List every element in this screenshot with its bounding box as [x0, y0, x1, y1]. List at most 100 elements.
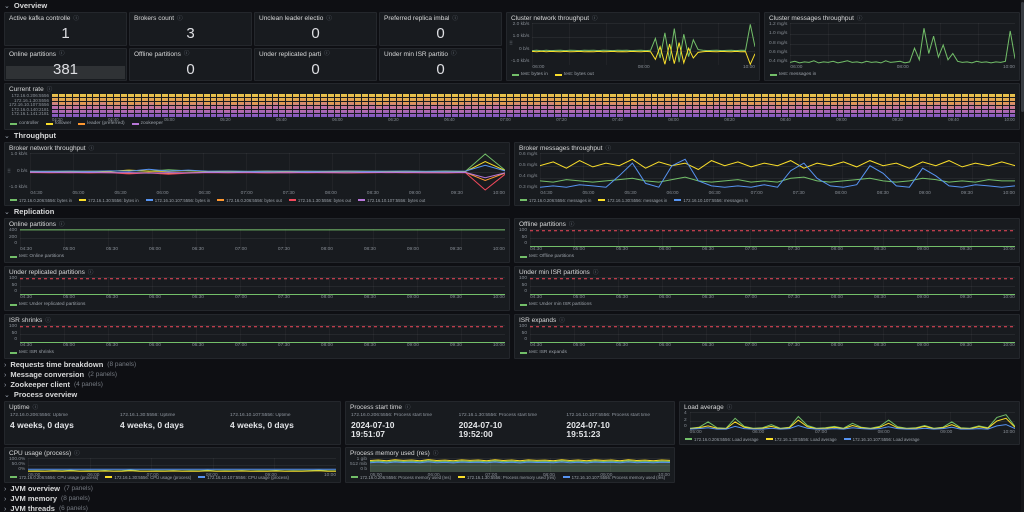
info-icon[interactable]: ⓘ: [727, 405, 733, 411]
isr-expands-chart[interactable]: [530, 325, 1016, 344]
broker-messages-chart[interactable]: [540, 153, 1016, 192]
online-partitions-chart[interactable]: [20, 229, 506, 248]
info-icon[interactable]: ⓘ: [88, 270, 94, 276]
legend-item[interactable]: 172.16.0.206:5556: messages in: [520, 198, 591, 203]
legend-item[interactable]: 172.16.10.107:5556: bytes in: [145, 198, 210, 203]
row-throughput[interactable]: ⌄ Throughput: [4, 132, 1020, 140]
legend-item[interactable]: 172.16.0.206:5556: Process memory used (…: [351, 475, 451, 480]
row-jvm-threads[interactable]: › JVM threads (6 panels): [4, 505, 1020, 512]
legend-item[interactable]: test: messages in: [770, 72, 816, 78]
legend-color-swatch: [145, 199, 153, 202]
row-process-overview[interactable]: ⌄ Process overview: [4, 391, 1020, 399]
chart-legend: test: Under replicated partitions: [5, 301, 509, 310]
stat-item: 172.16.10.107:5556: Process start time 20…: [566, 413, 651, 440]
panel-broker-messages-throughput: Broker messages throughput ⓘ 0.6 mg/s 0.5 …: [514, 142, 1020, 206]
panel-isr-expands: ISR expands ⓘ 100 50 0 04:30 05:00 05:30 06:00…: [514, 314, 1020, 359]
row-overview[interactable]: ⌄ Overview: [4, 2, 1020, 10]
legend-item[interactable]: test: Online partitions: [10, 254, 64, 260]
cpu-usage-chart[interactable]: [28, 458, 337, 473]
legend-item[interactable]: test: bytes out: [554, 72, 594, 78]
legend-item[interactable]: 172.16.0.206:5556: CPU usage (process): [10, 475, 98, 480]
info-icon[interactable]: ⓘ: [405, 405, 411, 411]
info-icon[interactable]: ⓘ: [59, 222, 65, 228]
info-icon[interactable]: ⓘ: [177, 16, 183, 22]
load-average-chart[interactable]: [689, 412, 1015, 431]
info-icon[interactable]: ⓘ: [45, 318, 51, 324]
legend-item[interactable]: 172.16.0.206:5556: Load average: [685, 437, 759, 442]
row-message-conversion[interactable]: › Message conversion (2 panels): [4, 371, 1020, 379]
legend-item[interactable]: 172.16.1.30:5556: Process memory used (r…: [458, 475, 556, 480]
legend-item[interactable]: 172.16.1.30:5556: CPU usage (process): [105, 475, 191, 480]
legend-item[interactable]: controller: [10, 121, 39, 127]
info-icon[interactable]: ⓘ: [592, 16, 598, 22]
y-axis: 100 50 0: [9, 276, 18, 295]
row-jvm-overview[interactable]: › JVM overview (7 panels): [4, 485, 1020, 493]
legend-item[interactable]: test: ISR expands: [520, 350, 567, 356]
legend-item[interactable]: 172.16.0.206:5556: bytes out: [217, 198, 282, 203]
legend-item[interactable]: zookeeper: [131, 121, 163, 127]
cluster-network-chart[interactable]: [532, 23, 756, 66]
info-icon[interactable]: ⓘ: [559, 318, 565, 324]
legend-item[interactable]: 172.16.1.30:5556: Load average: [765, 437, 837, 442]
info-icon[interactable]: ⓘ: [73, 16, 79, 22]
info-icon[interactable]: ⓘ: [433, 451, 439, 457]
legend-item[interactable]: test: ISR shrinks: [10, 350, 54, 356]
legend-item[interactable]: test: Under min ISR partitions: [520, 302, 592, 308]
row-replication[interactable]: ⌄ Replication: [4, 208, 1020, 216]
legend-item[interactable]: 172.16.0.206:5556: bytes in: [10, 198, 72, 203]
info-icon[interactable]: ⓘ: [605, 146, 611, 152]
row-jvm-memory[interactable]: › JVM memory (8 panels): [4, 495, 1020, 503]
legend-item[interactable]: 172.16.10.107:5556: messages in: [674, 198, 748, 203]
tick-label: 4: [684, 411, 687, 417]
broker-network-chart[interactable]: [30, 153, 506, 192]
legend-item[interactable]: 172.16.10.107:5556: Process memory used …: [562, 475, 665, 480]
legend-item[interactable]: 172.16.10.107:5556: bytes out: [358, 198, 425, 203]
tick-label: -1.0 kb/s: [9, 185, 28, 191]
info-icon[interactable]: ⓘ: [324, 51, 330, 57]
legend-item[interactable]: 172.16.10.107:5556: CPU usage (process): [198, 475, 289, 480]
info-icon[interactable]: ⓘ: [857, 16, 863, 22]
row-requests-time-breakdown[interactable]: › Requests time breakdown (8 panels): [4, 361, 1020, 369]
legend-item[interactable]: 172.16.1.30:5556: bytes in: [79, 198, 139, 203]
process-memory-chart[interactable]: [370, 458, 671, 473]
tick-label: 0: [524, 240, 528, 246]
info-icon[interactable]: ⓘ: [74, 451, 80, 457]
under-min-isr-partitions-chart[interactable]: [530, 277, 1016, 296]
cluster-messages-chart[interactable]: [790, 23, 1016, 66]
legend-item[interactable]: test: bytes in: [512, 72, 548, 78]
tick-label: 0: [14, 288, 18, 294]
legend-item[interactable]: 172.16.10.107:5556: Load average: [843, 437, 920, 442]
chart-legend: 172.16.0.206:5556: Process memory used (…: [346, 474, 674, 482]
legend-color-swatch: [288, 199, 296, 202]
info-icon[interactable]: ⓘ: [593, 270, 599, 276]
panel-isr-shrinks: ISR shrinks ⓘ 100 50 0 04:30 05:00 05:30 06:00…: [4, 314, 510, 359]
row-zookeeper-client[interactable]: › Zookeeper client (4 panels): [4, 381, 1020, 389]
grip-icon[interactable]: ⠿: [509, 41, 513, 47]
offline-partitions-chart[interactable]: [530, 229, 1016, 248]
legend-color-swatch: [217, 199, 225, 202]
legend-item[interactable]: test: Offline partitions: [520, 254, 574, 260]
grip-icon[interactable]: ⠿: [7, 169, 11, 175]
legend-color-swatch: [351, 476, 358, 479]
info-icon[interactable]: ⓘ: [326, 16, 332, 22]
info-icon[interactable]: ⓘ: [33, 405, 39, 411]
legend-color-swatch: [685, 438, 692, 441]
legend-item[interactable]: follower: [45, 121, 71, 127]
tick-label: 100: [519, 324, 528, 330]
info-icon[interactable]: ⓘ: [184, 51, 190, 57]
stat-item: 172.16.1.30:5556: Uptime 4 weeks, 0 days: [120, 413, 184, 430]
info-icon[interactable]: ⓘ: [59, 51, 65, 57]
legend-item[interactable]: leader (preferred): [78, 121, 125, 127]
current-rate-heatmap[interactable]: [52, 94, 1015, 117]
info-icon[interactable]: ⓘ: [569, 222, 575, 228]
info-icon[interactable]: ⓘ: [451, 51, 457, 57]
isr-shrinks-chart[interactable]: [20, 325, 506, 344]
info-icon[interactable]: ⓘ: [89, 146, 95, 152]
row-title: Process overview: [13, 390, 78, 400]
legend-item[interactable]: test: Under replicated partitions: [10, 302, 85, 308]
under-replicated-partitions-chart[interactable]: [20, 277, 506, 296]
info-icon[interactable]: ⓘ: [47, 87, 53, 93]
legend-item[interactable]: 172.16.1.30:5556: messages in: [598, 198, 667, 203]
legend-item[interactable]: 172.16.1.30:5556: bytes out: [288, 198, 351, 203]
info-icon[interactable]: ⓘ: [452, 16, 458, 22]
